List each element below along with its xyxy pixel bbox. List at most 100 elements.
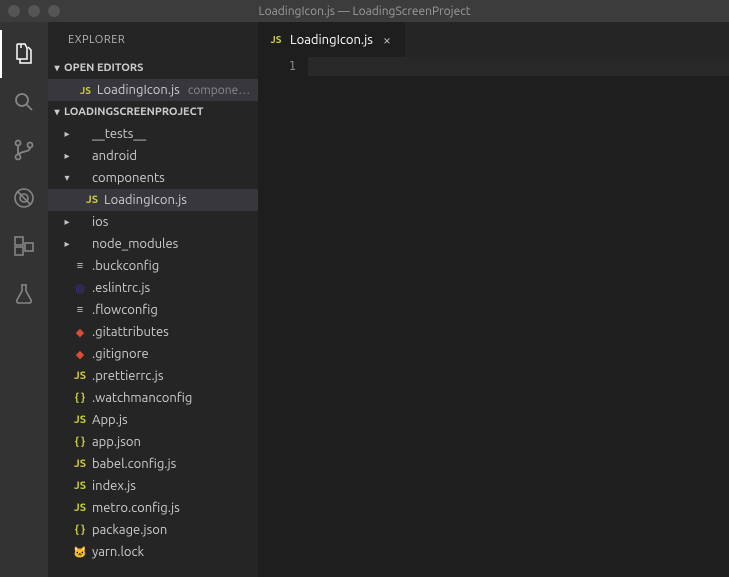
js-file-icon: JS bbox=[72, 456, 88, 472]
tree-item-label: android bbox=[92, 149, 137, 163]
project-label: LOADINGSCREENPROJECT bbox=[64, 106, 203, 118]
extensions-icon bbox=[12, 234, 36, 258]
activity-debug[interactable] bbox=[0, 174, 48, 222]
chevron-down-icon: ▾ bbox=[52, 62, 62, 74]
tree-item-label: .gitattributes bbox=[92, 325, 169, 339]
tree-folder[interactable]: ▸ node_modules bbox=[48, 233, 258, 255]
tree-file[interactable]: ≡ .flowconfig bbox=[48, 299, 258, 321]
tree-file[interactable]: JS App.js bbox=[48, 409, 258, 431]
tree-item-label: .buckconfig bbox=[92, 259, 159, 273]
activity-explorer[interactable] bbox=[0, 30, 48, 78]
tree-file[interactable]: JS babel.config.js bbox=[48, 453, 258, 475]
tree-item-label: components bbox=[92, 171, 165, 185]
tree-file[interactable]: { }app.json bbox=[48, 431, 258, 453]
maximize-window-button[interactable] bbox=[48, 5, 60, 17]
tree-file[interactable]: ◎ .eslintrc.js bbox=[48, 277, 258, 299]
activity-source-control[interactable] bbox=[0, 126, 48, 174]
chevron-down-icon: ▾ bbox=[62, 172, 72, 184]
minimize-window-button[interactable] bbox=[28, 5, 40, 17]
editor-area: JS LoadingIcon.js × 1 bbox=[258, 22, 729, 577]
tree-item-label: .gitignore bbox=[92, 347, 149, 361]
explorer-sidebar: EXPLORER ▾ OPEN EDITORS JS LoadingIcon.j… bbox=[48, 22, 258, 577]
close-window-button[interactable] bbox=[8, 5, 20, 17]
open-editors-header[interactable]: ▾ OPEN EDITORS bbox=[48, 57, 258, 79]
file-tree[interactable]: ▸ __tests__ ▸ android ▾ components JSLoadingIc… bbox=[48, 123, 258, 577]
activity-search[interactable] bbox=[0, 78, 48, 126]
chevron-right-icon: ▸ bbox=[62, 216, 72, 228]
chevron-right-icon: ▸ bbox=[62, 128, 72, 140]
open-editor-name: LoadingIcon.js bbox=[97, 83, 180, 97]
activity-testing[interactable] bbox=[0, 270, 48, 318]
tree-file[interactable]: ≡ .buckconfig bbox=[48, 255, 258, 277]
git-file-icon: ◆ bbox=[72, 324, 88, 340]
tree-item-label: metro.config.js bbox=[92, 501, 180, 515]
editor-body[interactable]: 1 bbox=[258, 57, 729, 577]
activity-bar bbox=[0, 22, 48, 577]
tree-file[interactable]: JSindex.js bbox=[48, 475, 258, 497]
tree-folder[interactable]: ▸ __tests__ bbox=[48, 123, 258, 145]
line-number: 1 bbox=[258, 59, 296, 73]
tree-item-label: babel.config.js bbox=[92, 457, 176, 471]
tree-item-label: __tests__ bbox=[92, 127, 146, 141]
js-file-icon: JS bbox=[72, 500, 88, 516]
eslint-file-icon: ◎ bbox=[72, 280, 88, 296]
js-file-icon: JS bbox=[80, 85, 91, 96]
js-file-icon: JS bbox=[84, 192, 100, 208]
yarn-file-icon: 🐱 bbox=[72, 544, 88, 560]
js-file-icon: JS bbox=[72, 412, 88, 428]
tree-file[interactable]: JS.prettierrc.js bbox=[48, 365, 258, 387]
tree-item-label: index.js bbox=[92, 479, 136, 493]
tree-file[interactable]: 🐱 yarn.lock bbox=[48, 541, 258, 563]
open-editor-item[interactable]: JS LoadingIcon.js compone… bbox=[48, 79, 258, 101]
tree-file[interactable]: { } .watchmanconfig bbox=[48, 387, 258, 409]
tab-close-icon[interactable]: × bbox=[379, 32, 395, 48]
window-controls bbox=[0, 5, 60, 17]
files-icon bbox=[12, 42, 36, 66]
tree-item-label: yarn.lock bbox=[92, 545, 144, 559]
file-file-icon: ≡ bbox=[72, 258, 88, 274]
folder-icon bbox=[72, 214, 88, 230]
tab-label: LoadingIcon.js bbox=[290, 33, 373, 47]
git-file-icon: ◆ bbox=[72, 346, 88, 362]
git-branch-icon bbox=[12, 138, 36, 162]
chevron-down-icon: ▾ bbox=[52, 106, 62, 118]
tree-file[interactable]: JSLoadingIcon.js bbox=[48, 189, 258, 211]
chevron-right-icon: ▸ bbox=[62, 150, 72, 162]
tree-item-label: .watchmanconfig bbox=[92, 391, 192, 405]
js-file-icon: JS bbox=[268, 34, 284, 45]
tree-file[interactable]: ◆ .gitignore bbox=[48, 343, 258, 365]
line-number-gutter: 1 bbox=[258, 57, 308, 577]
json-file-icon: { } bbox=[72, 390, 88, 406]
tab-bar: JS LoadingIcon.js × bbox=[258, 22, 729, 57]
folder-icon bbox=[72, 148, 88, 164]
code-area[interactable] bbox=[308, 57, 729, 577]
sidebar-title: EXPLORER bbox=[48, 22, 258, 57]
bug-icon bbox=[12, 186, 36, 210]
chevron-right-icon: ▸ bbox=[62, 238, 72, 250]
tree-item-label: node_modules bbox=[92, 237, 178, 251]
tree-folder[interactable]: ▸ android bbox=[48, 145, 258, 167]
tree-file[interactable]: { } package.json bbox=[48, 519, 258, 541]
beaker-icon bbox=[12, 282, 36, 306]
json-file-icon: { } bbox=[72, 522, 88, 538]
tree-folder[interactable]: ▸ ios bbox=[48, 211, 258, 233]
tree-file[interactable]: ◆ .gitattributes bbox=[48, 321, 258, 343]
tree-item-label: package.json bbox=[92, 523, 167, 537]
tree-item-label: .eslintrc.js bbox=[92, 281, 150, 295]
file-file-icon: ≡ bbox=[72, 302, 88, 318]
current-line-highlight bbox=[308, 57, 729, 76]
folder-icon bbox=[72, 170, 88, 186]
editor-tab[interactable]: JS LoadingIcon.js × bbox=[258, 22, 406, 57]
json-file-icon: { } bbox=[72, 434, 88, 450]
tree-item-label: App.js bbox=[92, 413, 128, 427]
activity-extensions[interactable] bbox=[0, 222, 48, 270]
open-editor-path: compone… bbox=[188, 84, 250, 97]
tree-item-label: ios bbox=[92, 215, 108, 229]
project-header[interactable]: ▾ LOADINGSCREENPROJECT bbox=[48, 101, 258, 123]
folder-icon bbox=[72, 236, 88, 252]
tree-folder[interactable]: ▾ components bbox=[48, 167, 258, 189]
tree-item-label: .flowconfig bbox=[92, 303, 158, 317]
tree-file[interactable]: JS metro.config.js bbox=[48, 497, 258, 519]
title-bar: LoadingIcon.js — LoadingScreenProject bbox=[0, 0, 729, 22]
folder-icon bbox=[72, 126, 88, 142]
